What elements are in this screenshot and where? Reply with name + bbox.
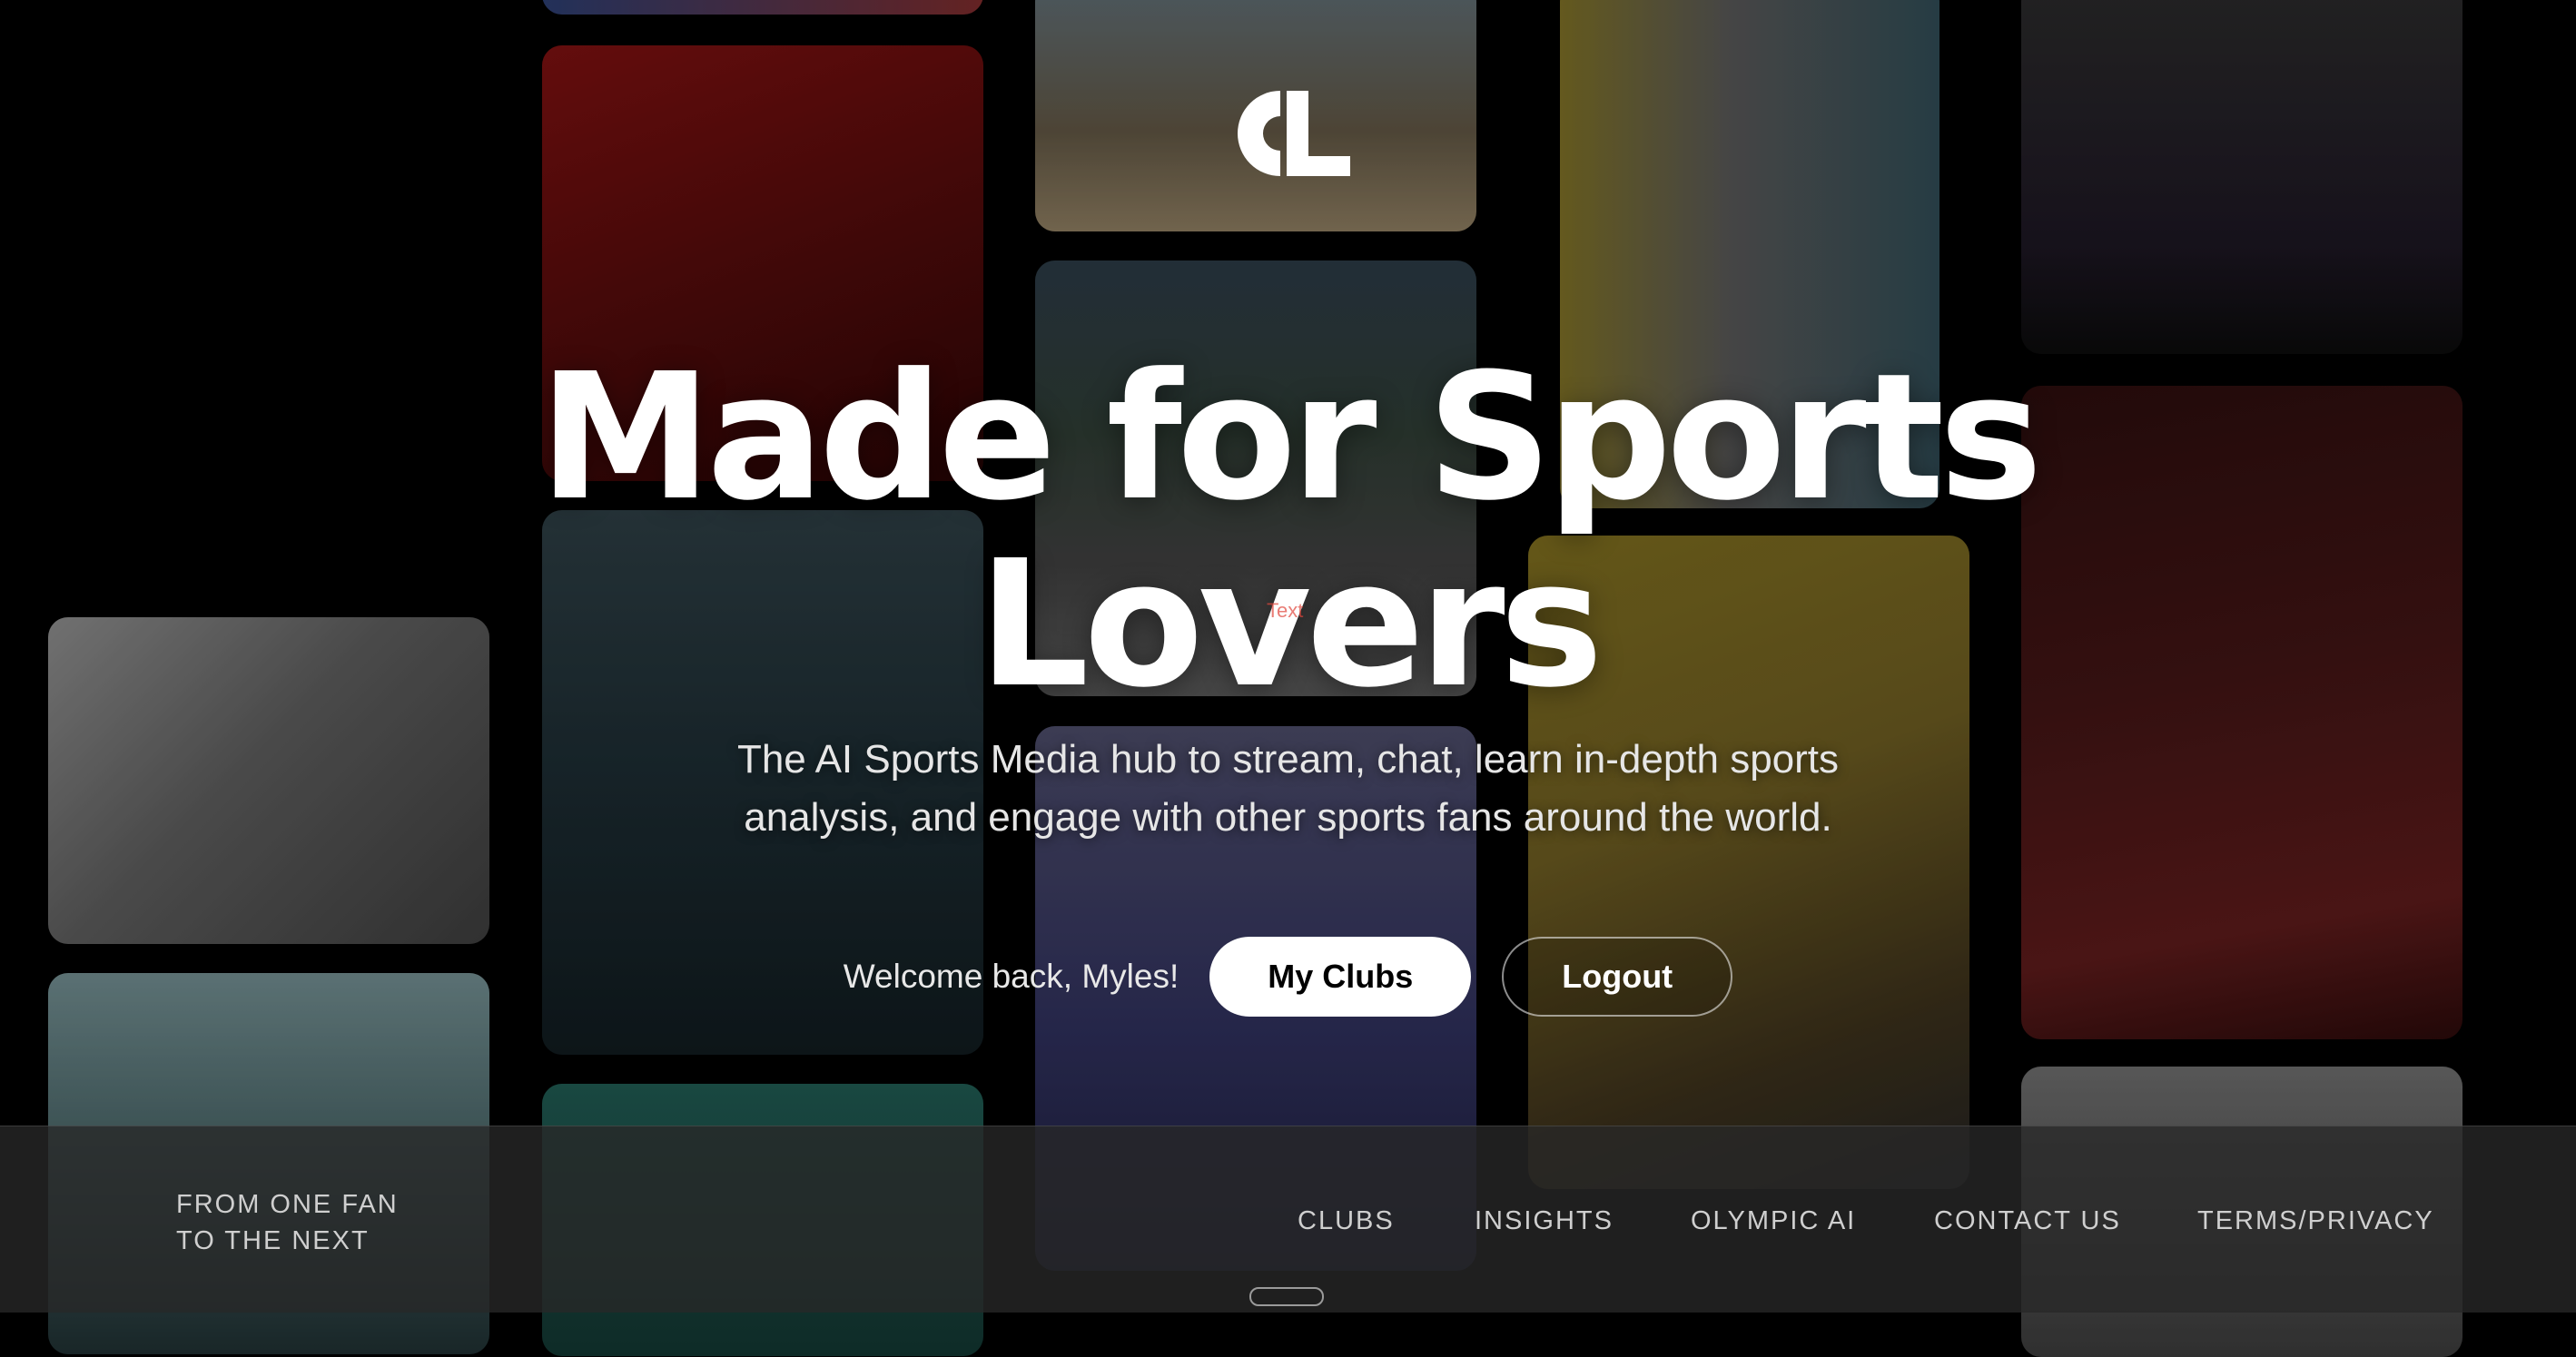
hero-tiny-label: Text (1267, 599, 1304, 622)
footer: FROM ONE FAN TO THE NEXT CLUBS INSIGHTS … (0, 1126, 2576, 1313)
hero-subtitle: The AI Sports Media hub to stream, chat,… (590, 731, 1986, 847)
background-tile-standing-figure (2021, 0, 2462, 354)
footer-link-terms-privacy[interactable]: TERMS/PRIVACY (2197, 1206, 2434, 1236)
footer-link-clubs[interactable]: CLUBS (1298, 1206, 1395, 1236)
hero-subtitle-line2: analysis, and engage with other sports f… (744, 795, 1832, 840)
welcome-message: Welcome back, Myles! (843, 958, 1179, 995)
hero-subtitle-line1: The AI Sports Media hub to stream, chat,… (736, 737, 1840, 782)
background-tile-top-strip (542, 0, 983, 15)
footer-link-insights[interactable]: INSIGHTS (1475, 1206, 1614, 1236)
hero-headline-line2: Lovers (978, 524, 1604, 726)
home-indicator[interactable] (1249, 1287, 1324, 1306)
my-clubs-button[interactable]: My Clubs (1209, 937, 1472, 1017)
logout-button[interactable]: Logout (1502, 937, 1733, 1017)
footer-link-contact-us[interactable]: CONTACT US (1934, 1206, 2121, 1236)
auth-row: Welcome back, Myles! My Clubs Logout (0, 937, 2576, 1017)
cl-logo-icon (1238, 91, 1350, 176)
hero-headline: Made for Sports Lovers (0, 345, 2576, 719)
footer-nav: CLUBS INSIGHTS OLYMPIC AI CONTACT US TER… (0, 1206, 2576, 1243)
hero-headline-line1: Made for Sports (538, 337, 2042, 539)
footer-link-olympic-ai[interactable]: OLYMPIC AI (1691, 1206, 1856, 1236)
